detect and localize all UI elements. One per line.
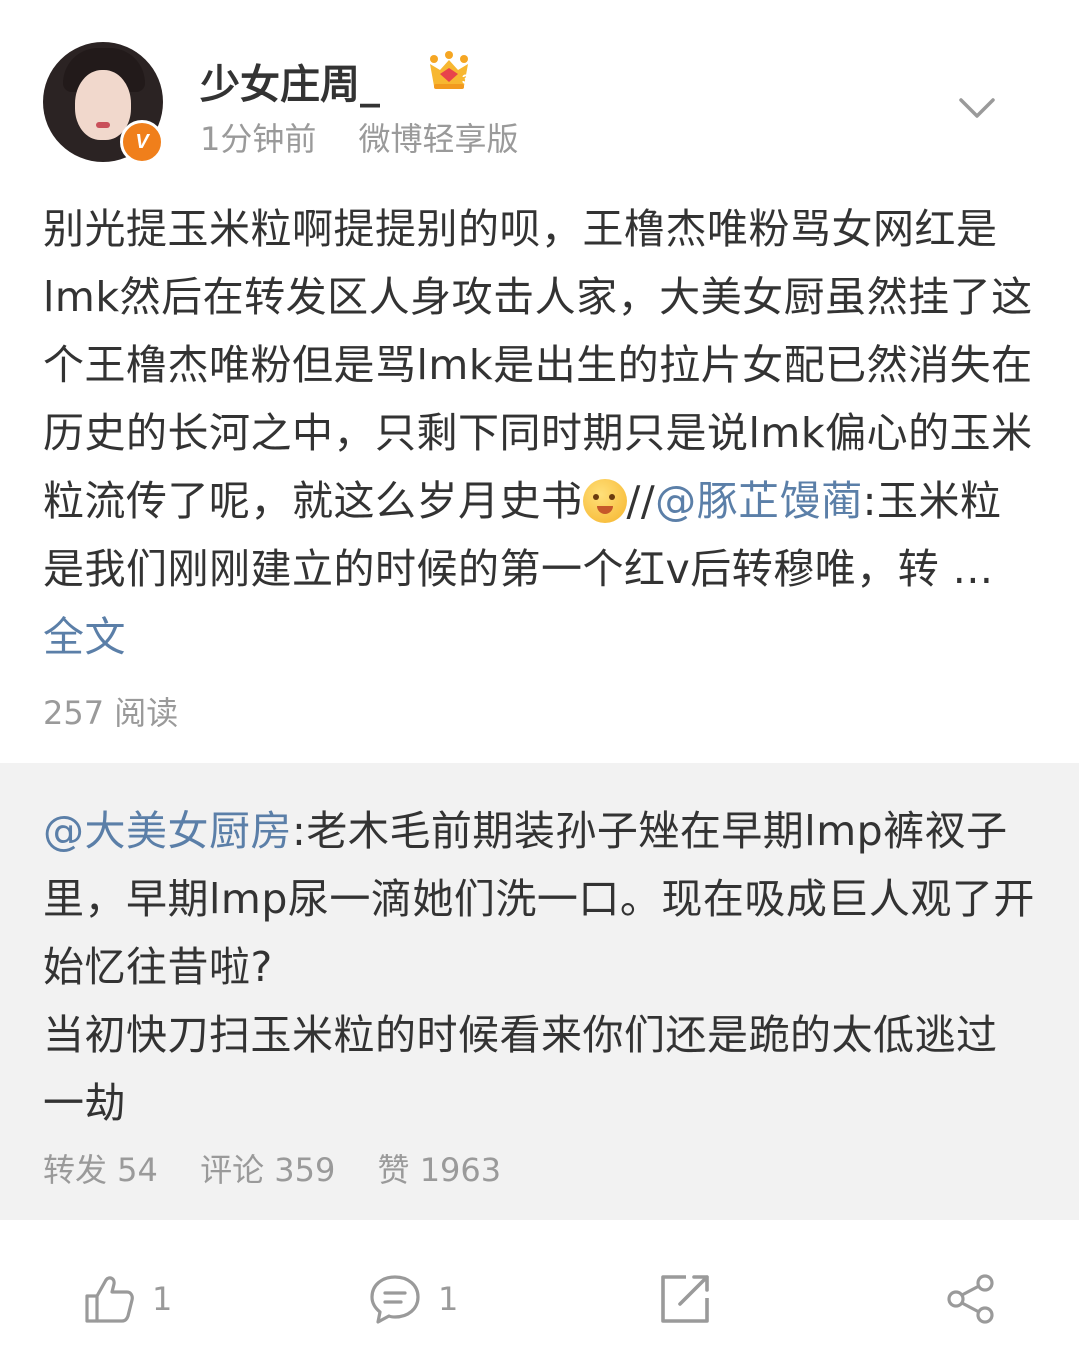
repost-separator: // bbox=[626, 477, 656, 525]
repost-icon bbox=[661, 1275, 709, 1323]
like-button[interactable]: 1 bbox=[82, 1272, 172, 1326]
retweet-stats: 转发 54 评论 359 赞 1963 bbox=[43, 1145, 501, 1191]
retweet-repost-count: 转发 54 bbox=[43, 1151, 158, 1189]
repost-button[interactable] bbox=[658, 1272, 712, 1326]
mention-link[interactable]: @豚芷馒蔺 bbox=[655, 477, 863, 525]
retweet-text-line2: 当初快刀扫玉米粒的时候看来你们还是跪的太低逃过一劫 bbox=[43, 1011, 998, 1127]
comment-icon bbox=[370, 1275, 420, 1324]
ellipsis: ... bbox=[939, 545, 994, 593]
comment-button[interactable]: 1 bbox=[368, 1272, 458, 1326]
emoji-icon bbox=[582, 479, 627, 523]
post-body: 别光提玉米粒啊提提别的呗，王橹杰唯粉骂女网红是lmk然后在转发区人身攻击人家，大… bbox=[43, 195, 1038, 671]
chevron-down-icon[interactable] bbox=[955, 88, 999, 128]
retweet-block[interactable]: @大美女厨房:老木毛前期装孙子矬在早期lmp裤衩子里，早期lmp尿一滴她们洗一口… bbox=[0, 763, 1079, 1220]
username[interactable]: 少女庄周_ bbox=[200, 52, 380, 110]
verified-badge: V bbox=[120, 120, 164, 164]
post-meta: 1分钟前 微博轻享版 bbox=[200, 114, 519, 160]
svg-text:3: 3 bbox=[462, 71, 470, 87]
post-time: 1分钟前 bbox=[200, 120, 317, 158]
retweet-mention-link[interactable]: @大美女厨房 bbox=[43, 807, 292, 855]
crown-badge-icon[interactable]: 3 bbox=[426, 50, 472, 92]
retweet-text: @大美女厨房:老木毛前期装孙子矬在早期lmp裤衩子里，早期lmp尿一滴她们洗一口… bbox=[43, 797, 1038, 1137]
retweet-comment-count: 评论 359 bbox=[200, 1151, 336, 1189]
like-icon bbox=[85, 1276, 134, 1323]
share-icon bbox=[947, 1274, 994, 1324]
comment-count: 1 bbox=[438, 1280, 459, 1318]
weibo-post-page: V 少女庄周_ 3 1分钟前 微博轻享版 别光提玉米粒啊提提别的呗，王橹杰唯粉骂… bbox=[0, 0, 1079, 1355]
post-source[interactable]: 微博轻享版 bbox=[359, 120, 519, 158]
like-count: 1 bbox=[152, 1280, 173, 1318]
share-button[interactable] bbox=[945, 1272, 999, 1326]
retweet-like-count: 赞 1963 bbox=[377, 1151, 502, 1189]
action-bar: 1 1 bbox=[0, 1220, 1079, 1355]
read-count: 257 阅读 bbox=[43, 694, 179, 732]
post-header: V 少女庄周_ 3 1分钟前 微博轻享版 bbox=[0, 0, 1079, 180]
full-text-link[interactable]: 全文 bbox=[43, 613, 126, 661]
